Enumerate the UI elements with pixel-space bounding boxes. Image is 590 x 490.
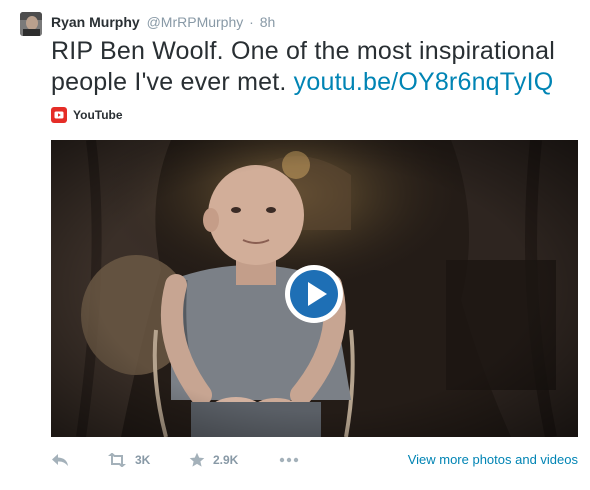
play-icon [285,265,343,323]
tweet-text: RIP Ben Woolf. One of the most inspirati… [51,36,586,98]
author-name[interactable]: Ryan Murphy [51,14,140,30]
reply-icon [52,454,68,466]
card-source[interactable]: YouTube [51,107,123,123]
favorite-button[interactable]: 2.9K [189,450,238,470]
source-label: YouTube [73,108,123,122]
favorite-count: 2.9K [213,453,239,467]
retweet-count: 3K [135,453,151,467]
avatar-image [20,12,42,36]
more-dots-icon [279,457,299,463]
youtube-icon [51,107,67,123]
star-icon [189,452,205,467]
tweet-header: Ryan Murphy @MrRPMurphy · 8h [51,14,275,30]
header-separator: · [249,14,254,30]
author-handle[interactable]: @MrRPMurphy [147,14,244,30]
tweet-link[interactable]: youtu.be/OY8r6nqTyIQ [294,68,554,96]
retweet-button[interactable]: 3K [107,450,150,470]
more-actions-button[interactable] [279,450,299,470]
tweet-actions: 3K 2.9K View more photos and videos [51,450,578,470]
tweet-timestamp[interactable]: 8h [260,14,276,30]
retweet-icon [108,453,126,467]
avatar[interactable] [20,12,42,36]
view-more-photos-link[interactable]: View more photos and videos [408,452,578,467]
tweet: Ryan Murphy @MrRPMurphy · 8h RIP Ben Woo… [0,0,590,490]
play-button[interactable] [283,263,345,325]
reply-button[interactable] [51,450,69,470]
